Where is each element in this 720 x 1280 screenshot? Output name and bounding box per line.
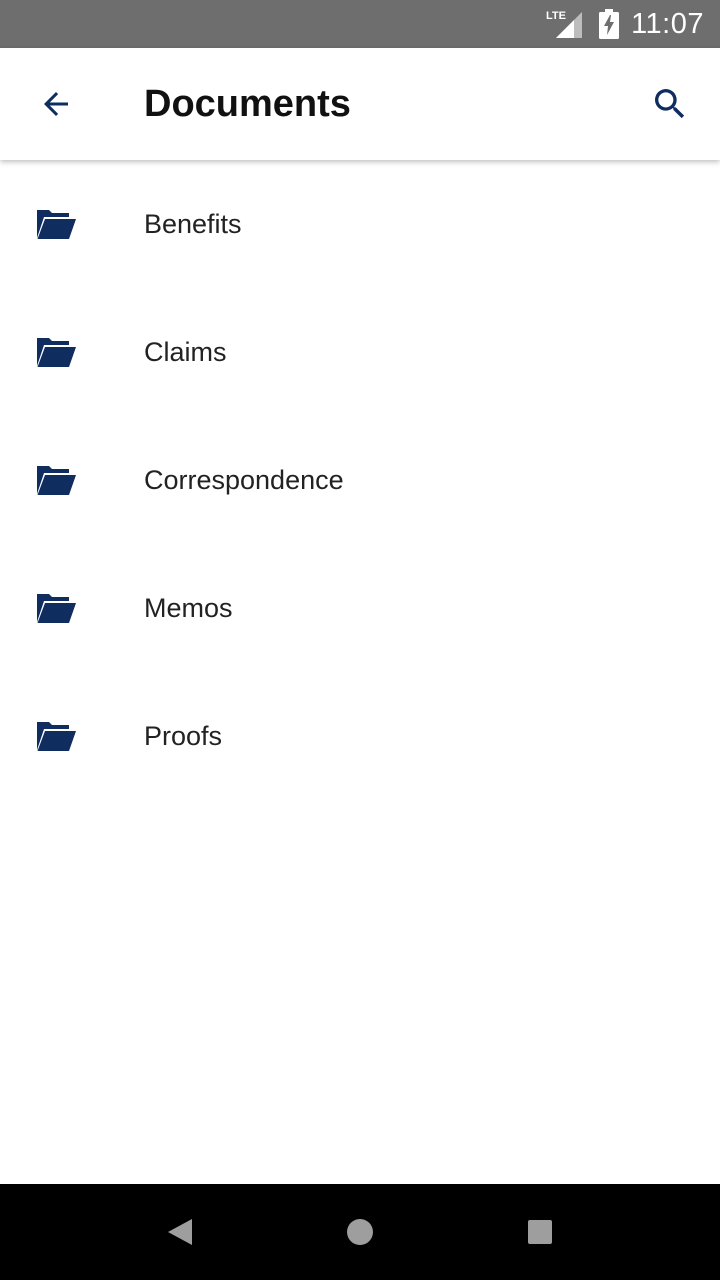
folder-label: Correspondence — [144, 465, 344, 495]
search-button[interactable] — [634, 68, 706, 140]
back-triangle-icon — [168, 1219, 192, 1245]
folder-label: Claims — [144, 337, 227, 367]
folder-item-memos[interactable]: Memos — [0, 544, 720, 672]
folder-open-icon — [37, 466, 76, 495]
page-title: Documents — [144, 83, 351, 125]
folder-item-proofs[interactable]: Proofs — [0, 672, 720, 800]
network-type: LTE — [546, 10, 566, 22]
status-bar: LTE 11:07 — [0, 0, 720, 48]
recents-square-icon — [528, 1220, 552, 1244]
folder-label: Benefits — [144, 209, 242, 239]
folder-item-claims[interactable]: Claims — [0, 288, 720, 416]
home-circle-icon — [347, 1219, 373, 1245]
battery-charging-icon — [599, 9, 619, 39]
folder-list: Benefits Claims Correspondence Memos Pro… — [0, 160, 720, 800]
arrow-back-icon — [44, 92, 68, 116]
folder-open-icon — [37, 722, 76, 751]
lte-signal-icon: LTE — [546, 10, 582, 38]
back-button[interactable] — [20, 68, 92, 140]
nav-home-button[interactable] — [328, 1200, 392, 1264]
folder-item-correspondence[interactable]: Correspondence — [0, 416, 720, 544]
system-nav-bar — [0, 1184, 720, 1280]
app-bar: Documents — [0, 48, 720, 160]
folder-item-benefits[interactable]: Benefits — [0, 160, 720, 288]
folder-label: Proofs — [144, 721, 223, 751]
status-clock: 11:07 — [631, 8, 704, 40]
folder-open-icon — [37, 210, 76, 239]
folder-label: Memos — [144, 593, 233, 623]
folder-open-icon — [37, 338, 76, 367]
search-icon — [655, 89, 685, 119]
folder-open-icon — [37, 594, 76, 623]
nav-back-button[interactable] — [148, 1200, 212, 1264]
nav-recents-button[interactable] — [508, 1200, 572, 1264]
